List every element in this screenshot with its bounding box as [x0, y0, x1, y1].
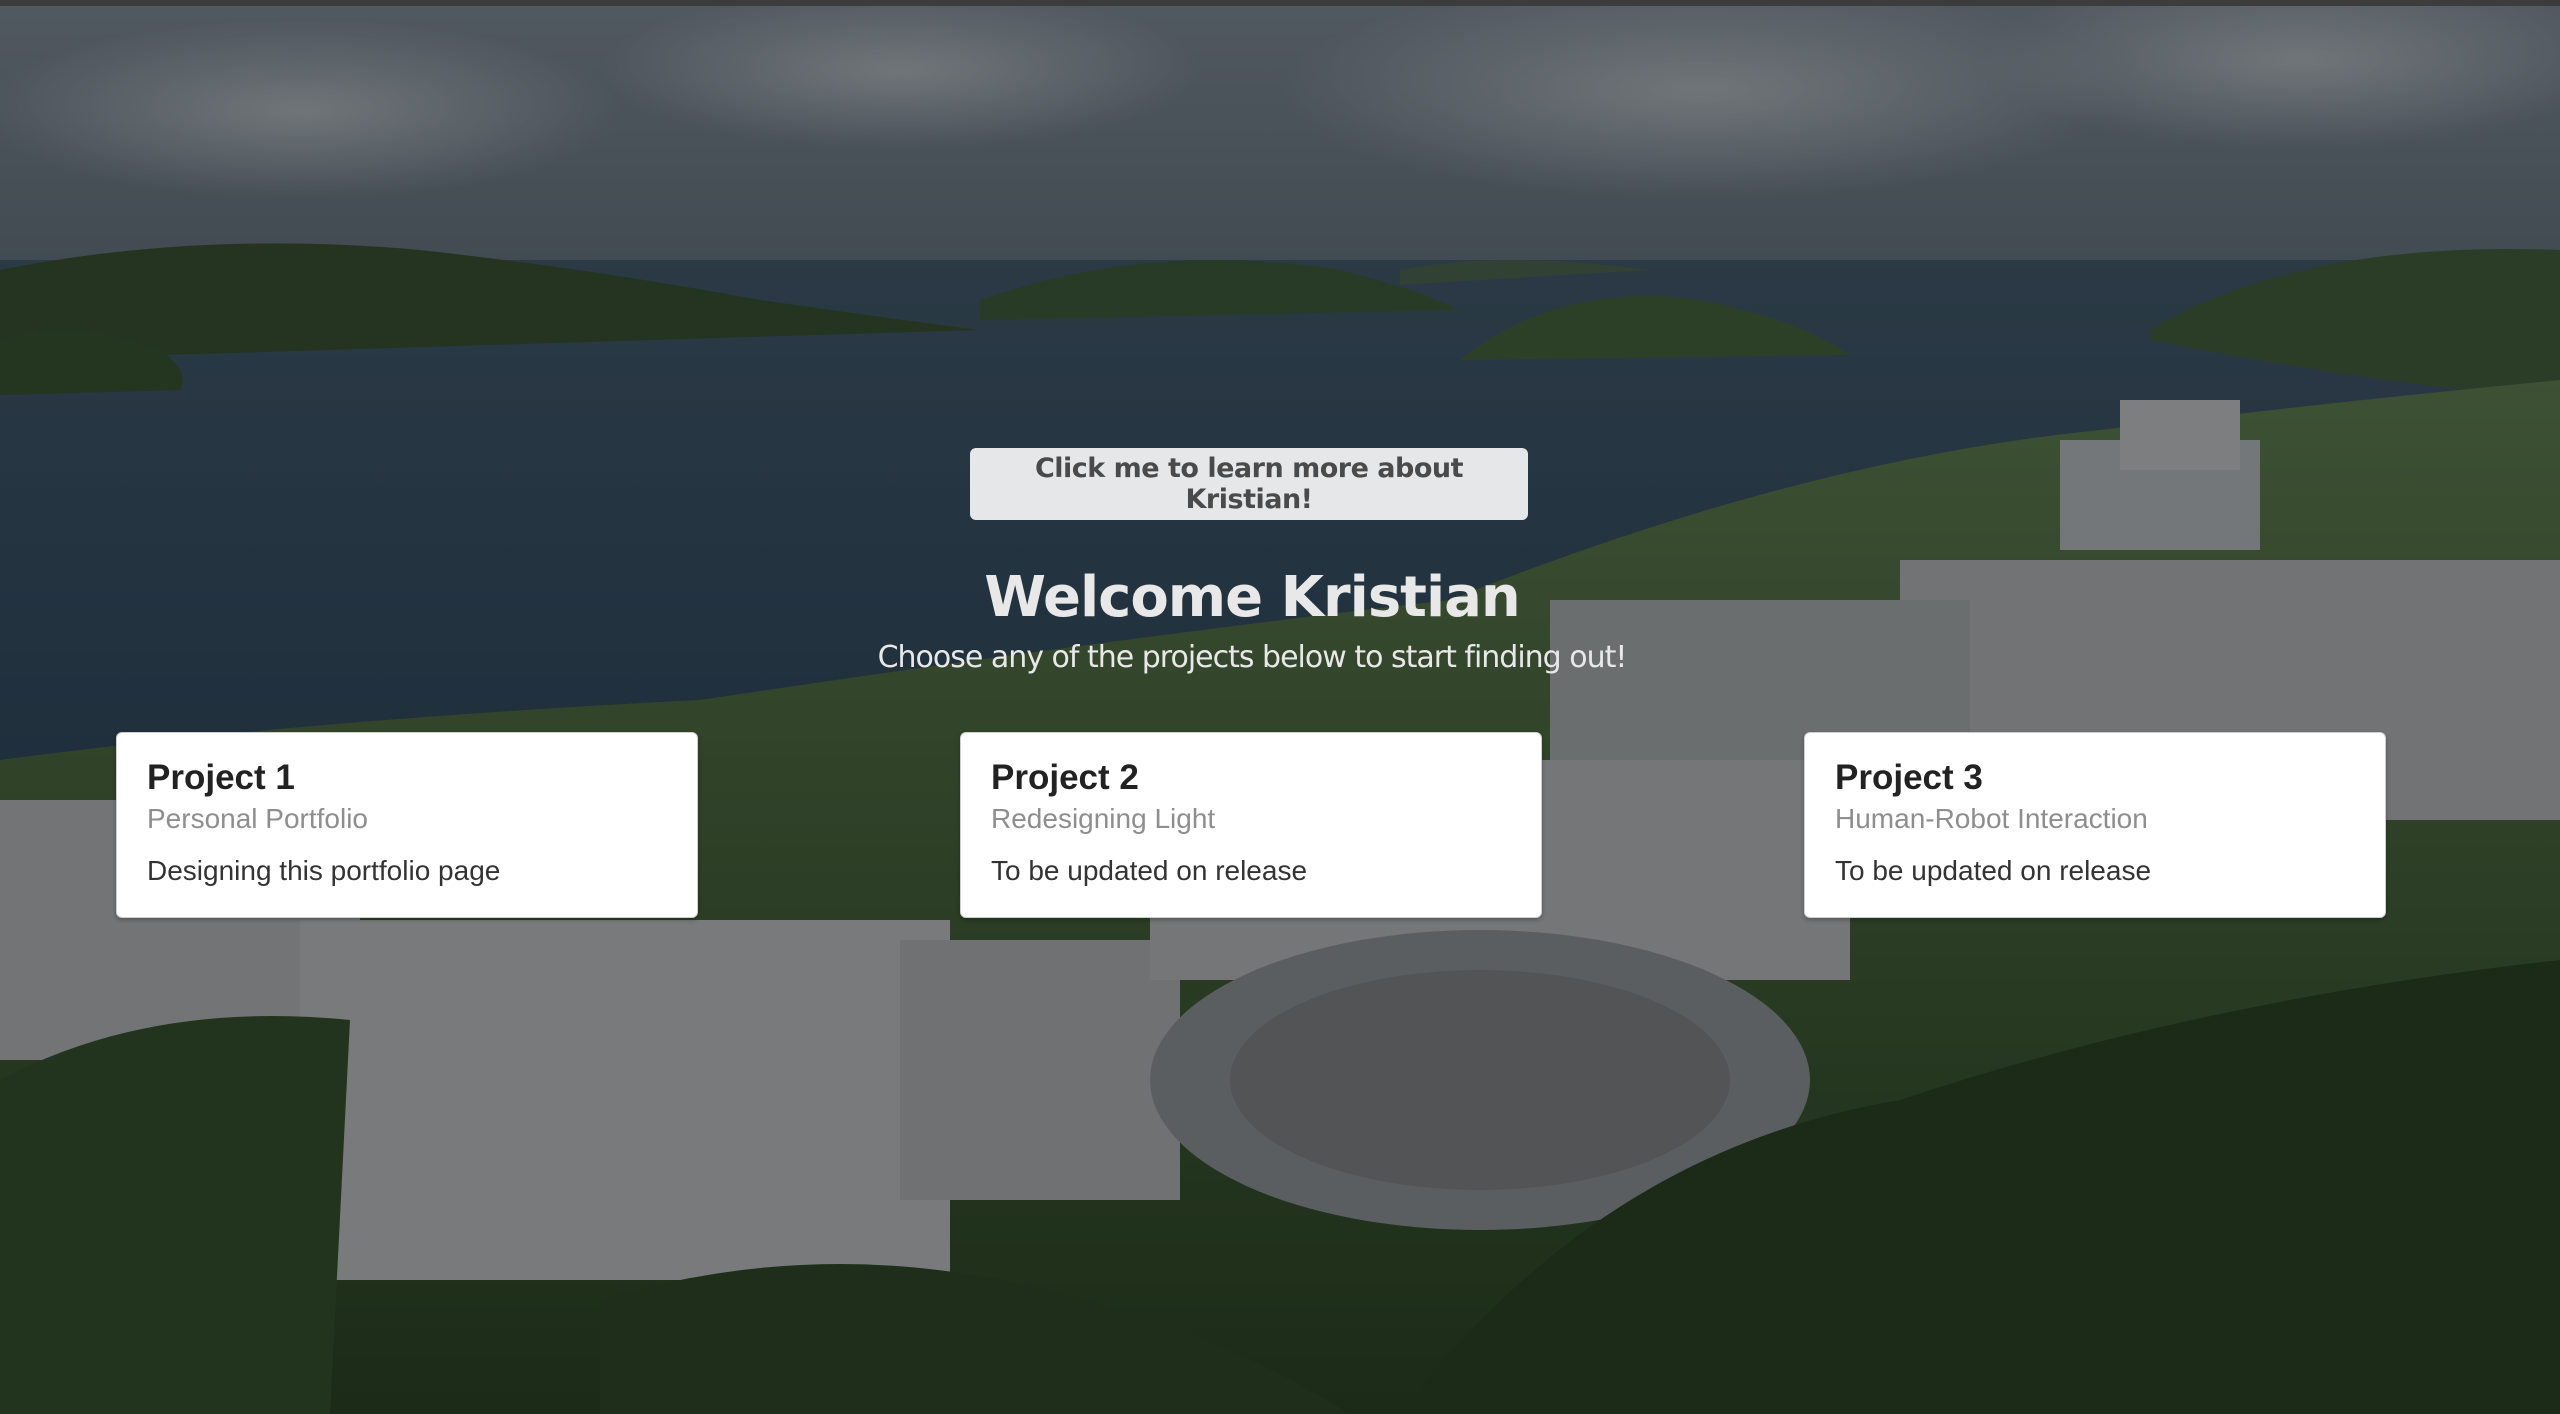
- project-card-title: Project 2: [991, 758, 1139, 797]
- hero-section: Click me to learn more about Kristian! W…: [0, 0, 2560, 1414]
- project-card-title: Project 1: [147, 758, 295, 797]
- page: Click me to learn more about Kristian! W…: [0, 0, 2560, 1414]
- learn-more-button[interactable]: Click me to learn more about Kristian!: [970, 448, 1528, 520]
- project-card-subtitle: Personal Portfolio: [147, 803, 369, 834]
- page-title: Welcome Kristian: [984, 565, 1521, 630]
- page-subtitle: Choose any of the projects below to star…: [877, 640, 1628, 675]
- project-card-title: Project 3: [1835, 758, 1983, 797]
- project-card-subtitle: Redesigning Light: [991, 803, 1216, 834]
- project-card-2[interactable]: Project 2 Redesigning Light To be update…: [960, 732, 1542, 918]
- project-card-text: Designing this portfolio page: [147, 855, 501, 886]
- project-card-1[interactable]: Project 1 Personal Portfolio Designing t…: [116, 732, 698, 918]
- project-card-text: To be updated on release: [1835, 855, 2152, 886]
- project-card-text: To be updated on release: [991, 855, 1308, 886]
- project-card-3[interactable]: Project 3 Human-Robot Interaction To be …: [1804, 732, 2386, 918]
- project-card-subtitle: Human-Robot Interaction: [1835, 803, 2148, 834]
- browser-top-strip: [0, 0, 2560, 6]
